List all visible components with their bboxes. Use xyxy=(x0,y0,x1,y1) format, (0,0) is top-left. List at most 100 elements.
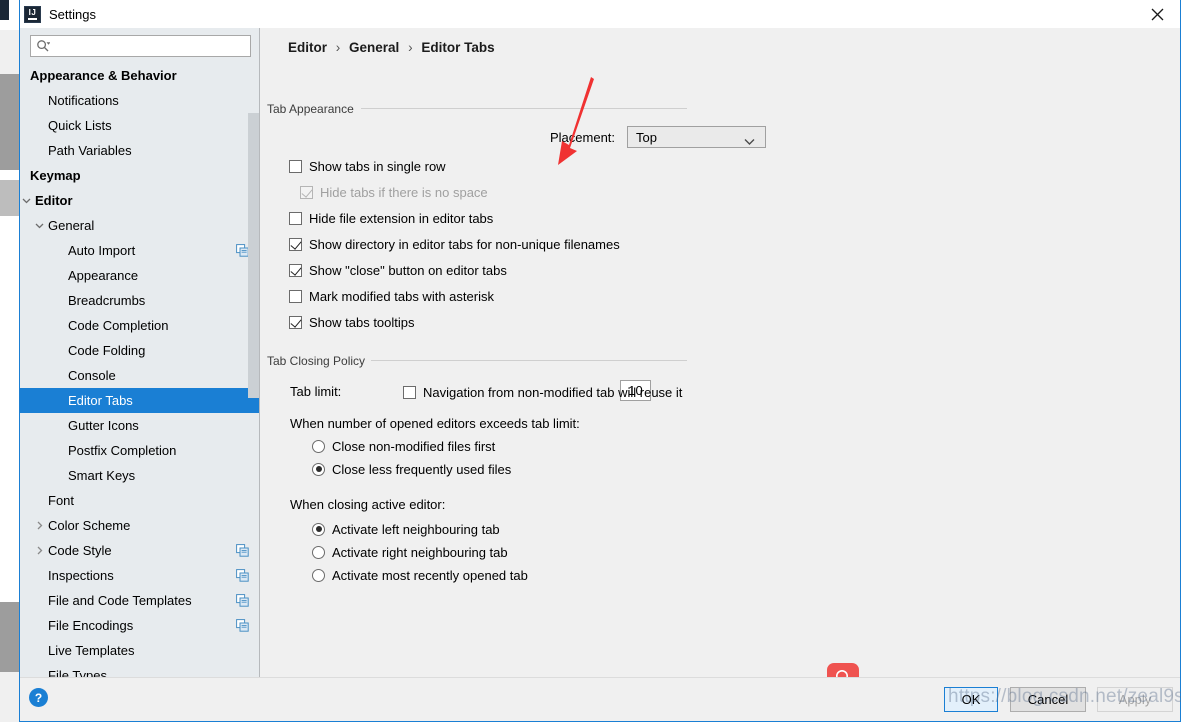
sidebar-item-quick-lists[interactable]: Quick Lists xyxy=(20,113,259,138)
checkbox-row-3[interactable]: Show directory in editor tabs for non-un… xyxy=(289,235,620,253)
copy-settings-icon[interactable] xyxy=(236,544,249,557)
sidebar-item-general[interactable]: General xyxy=(20,213,259,238)
copy-settings-icon[interactable] xyxy=(236,594,249,607)
sidebar-scrollbar[interactable] xyxy=(248,113,259,398)
sidebar-item-label: File Encodings xyxy=(48,619,133,632)
checkbox-1 xyxy=(300,186,313,199)
tab-closing-group-line xyxy=(371,360,687,361)
breadcrumb-editor[interactable]: Editor xyxy=(288,40,327,55)
checkbox-5[interactable] xyxy=(289,290,302,303)
sidebar-item-editor-tabs[interactable]: Editor Tabs xyxy=(20,388,259,413)
settings-sidebar: Appearance & Behavior NotificationsQuick … xyxy=(20,28,260,677)
checkbox-row-2[interactable]: Hide file extension in editor tabs xyxy=(289,209,493,227)
bg-window-row-1 xyxy=(0,52,19,75)
settings-main-panel: Editor › General › Editor Tabs Tab Appea… xyxy=(261,28,1180,677)
radio-button-1[interactable] xyxy=(312,463,325,476)
sidebar-item-label: Code Completion xyxy=(68,319,168,332)
chevron-right-icon[interactable] xyxy=(33,519,46,532)
ok-button[interactable]: OK xyxy=(944,687,998,712)
sidebar-item-path-variables[interactable]: Path Variables xyxy=(20,138,259,163)
checkbox-row-6[interactable]: Show tabs tooltips xyxy=(289,313,415,331)
sidebar-item-console[interactable]: Console xyxy=(20,363,259,388)
sidebar-item-file-encodings[interactable]: File Encodings xyxy=(20,613,259,638)
sidebar-item-code-completion[interactable]: Code Completion xyxy=(20,313,259,338)
placement-dropdown[interactable]: Top xyxy=(627,126,766,148)
copy-settings-icon[interactable] xyxy=(236,619,249,632)
checkbox-4[interactable] xyxy=(289,264,302,277)
search-badge-button[interactable] xyxy=(827,663,859,677)
dialog-content: Appearance & Behavior NotificationsQuick … xyxy=(20,28,1180,677)
chevron-down-icon xyxy=(744,134,755,149)
radio-button-0[interactable] xyxy=(312,440,325,453)
copy-settings-icon[interactable] xyxy=(236,569,249,582)
annotation-arrow xyxy=(541,73,611,173)
sidebar-item-font[interactable]: Font xyxy=(20,488,259,513)
sidebar-item-label: Appearance xyxy=(68,269,138,282)
breadcrumb-separator-2: › xyxy=(408,40,413,55)
sidebar-item-smart-keys[interactable]: Smart Keys xyxy=(20,463,259,488)
sidebar-item-label: Editor Tabs xyxy=(68,394,133,407)
sidebar-item-file-types[interactable]: File Types xyxy=(20,663,259,677)
checkbox-row-5[interactable]: Mark modified tabs with asterisk xyxy=(289,287,494,305)
dialog-footer: ? OK Cancel Apply xyxy=(20,677,1180,721)
sidebar-item-file-and-code-templates[interactable]: File and Code Templates xyxy=(20,588,259,613)
sidebar-item-breadcrumbs[interactable]: Breadcrumbs xyxy=(20,288,259,313)
chevron-down-icon[interactable] xyxy=(20,194,33,207)
checkbox-label: Show tabs in single row xyxy=(309,160,446,173)
radio-button-0[interactable] xyxy=(312,523,325,536)
bg-window-gap-1 xyxy=(0,170,19,180)
sidebar-item-label: Editor xyxy=(35,194,73,207)
search-input[interactable] xyxy=(50,37,250,55)
sidebar-item-inspections[interactable]: Inspections xyxy=(20,563,259,588)
checkbox-6[interactable] xyxy=(289,316,302,329)
breadcrumb: Editor › General › Editor Tabs xyxy=(288,40,495,55)
sidebar-item-color-scheme[interactable]: Color Scheme xyxy=(20,513,259,538)
radio-button-2[interactable] xyxy=(312,569,325,582)
sidebar-item-code-folding[interactable]: Code Folding xyxy=(20,338,259,363)
sidebar-item-editor[interactable]: Editor xyxy=(20,188,259,213)
sidebar-item-label: General xyxy=(48,219,94,232)
window-title: Settings xyxy=(49,7,96,22)
reuse-tab-checkbox[interactable] xyxy=(403,386,416,399)
radio-button-1[interactable] xyxy=(312,546,325,559)
search-icon xyxy=(834,668,853,677)
checkbox-row-4[interactable]: Show "close" button on editor tabs xyxy=(289,261,507,279)
sidebar-item-postfix-completion[interactable]: Postfix Completion xyxy=(20,438,259,463)
breadcrumb-general[interactable]: General xyxy=(349,40,399,55)
search-box[interactable] xyxy=(30,35,251,57)
sidebar-item-appearance-behavior[interactable]: Appearance & Behavior xyxy=(20,63,259,88)
help-button[interactable]: ? xyxy=(29,688,48,707)
sidebar-item-code-style[interactable]: Code Style xyxy=(20,538,259,563)
sidebar-item-appearance[interactable]: Appearance xyxy=(20,263,259,288)
sidebar-item-label: Keymap xyxy=(30,169,81,182)
checkbox-label: Mark modified tabs with asterisk xyxy=(309,290,494,303)
reuse-tab-checkbox-row[interactable]: Navigation from non-modified tab will re… xyxy=(403,383,682,401)
sidebar-item-keymap[interactable]: Keymap xyxy=(20,163,259,188)
checkbox-row-0[interactable]: Show tabs in single row xyxy=(289,157,446,175)
sidebar-item-live-templates[interactable]: Live Templates xyxy=(20,638,259,663)
radio-row-1[interactable]: Activate right neighbouring tab xyxy=(312,543,508,561)
apply-button: Apply xyxy=(1097,687,1173,712)
closing-editor-label: When closing active editor: xyxy=(290,497,445,512)
checkbox-2[interactable] xyxy=(289,212,302,225)
close-icon[interactable] xyxy=(1134,0,1180,28)
breadcrumb-separator-1: › xyxy=(336,40,341,55)
radio-row-1[interactable]: Close less frequently used files xyxy=(312,460,511,478)
settings-dialog: IJ Settings Ap xyxy=(19,0,1181,722)
checkbox-label: Show directory in editor tabs for non-un… xyxy=(309,238,620,251)
bg-window-body xyxy=(0,216,19,602)
tab-limit-label: Tab limit: xyxy=(290,384,341,399)
chevron-right-icon[interactable] xyxy=(33,544,46,557)
chevron-down-icon[interactable] xyxy=(33,219,46,232)
sidebar-item-auto-import[interactable]: Auto Import xyxy=(20,238,259,263)
sidebar-item-label: Appearance & Behavior xyxy=(30,69,177,82)
cancel-button[interactable]: Cancel xyxy=(1010,687,1086,712)
sidebar-item-notifications[interactable]: Notifications xyxy=(20,88,259,113)
sidebar-item-gutter-icons[interactable]: Gutter Icons xyxy=(20,413,259,438)
radio-label: Close less frequently used files xyxy=(332,463,511,476)
radio-row-0[interactable]: Activate left neighbouring tab xyxy=(312,520,500,538)
checkbox-0[interactable] xyxy=(289,160,302,173)
radio-row-0[interactable]: Close non-modified files first xyxy=(312,437,495,455)
checkbox-3[interactable] xyxy=(289,238,302,251)
radio-row-2[interactable]: Activate most recently opened tab xyxy=(312,566,528,584)
